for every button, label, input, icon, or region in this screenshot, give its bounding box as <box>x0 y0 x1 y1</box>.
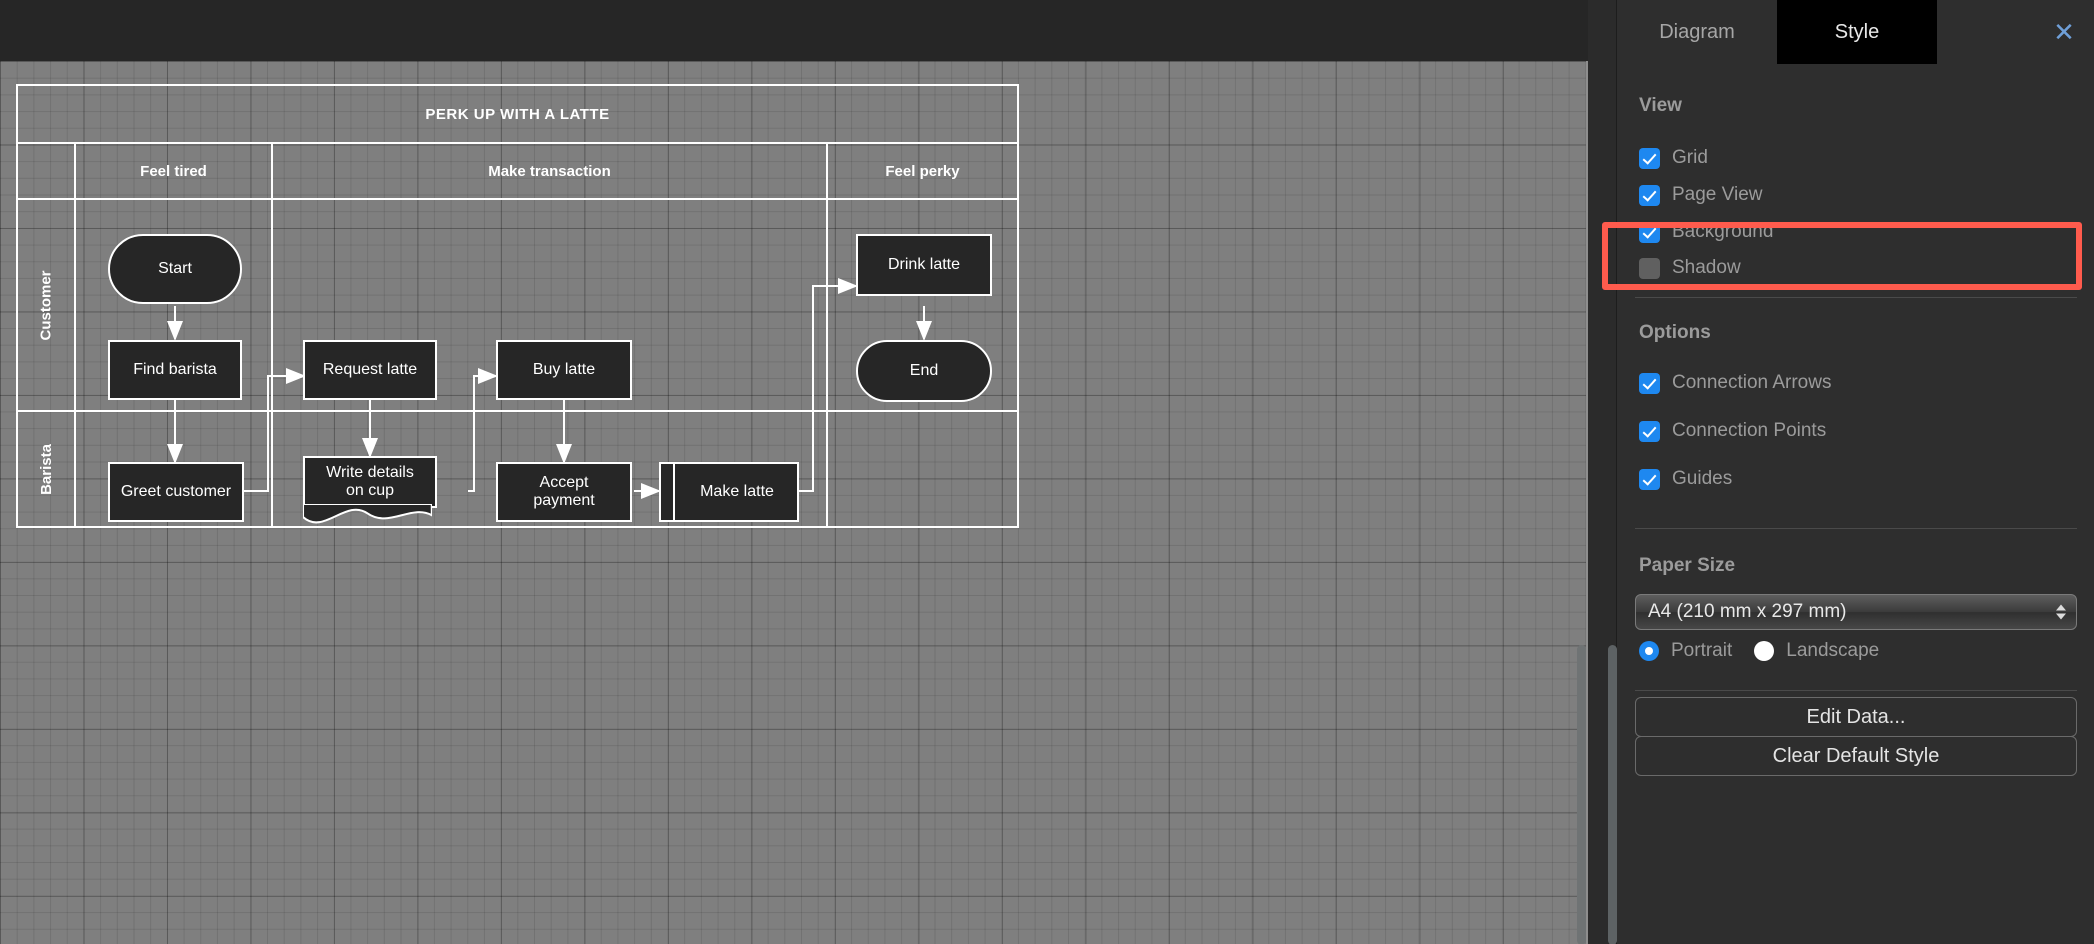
landscape-label: Landscape <box>1786 640 1880 661</box>
node-start[interactable]: Start <box>108 234 242 304</box>
tab-spacer <box>1937 0 2033 64</box>
row-page-view[interactable]: Page View <box>1617 177 2094 213</box>
view-section-title: View <box>1639 95 1682 116</box>
node-greet-customer[interactable]: Greet customer <box>108 462 244 522</box>
node-write-details-label: Write details on cup <box>326 463 414 499</box>
page-view-label: Page View <box>1672 184 1763 205</box>
node-end[interactable]: End <box>856 340 992 402</box>
background-label: Background <box>1672 221 1774 242</box>
tab-style[interactable]: Style <box>1777 0 1937 64</box>
row-connection-points[interactable]: Connection Points <box>1617 413 2094 449</box>
panel-tabs[interactable]: Diagram Style ✕ <box>1617 0 2094 64</box>
phase-header-feel-tired: Feel tired <box>140 162 207 180</box>
background-checkbox[interactable] <box>1639 221 1660 243</box>
panel-vertical-scrollbar[interactable] <box>1608 645 1617 944</box>
connection-points-label: Connection Points <box>1672 420 1827 441</box>
app-root: PERK UP WITH A LATTE Feel tired Make tra… <box>0 0 2094 944</box>
lane-label-customer: Customer <box>37 269 55 341</box>
document-shape-wave <box>303 504 432 524</box>
divider-paper-actions <box>1635 690 2077 691</box>
connection-arrows-label: Connection Arrows <box>1672 372 1832 393</box>
node-write-details[interactable]: Write details on cup <box>303 456 437 524</box>
grid-checkbox[interactable] <box>1639 147 1660 169</box>
node-request-latte[interactable]: Request latte <box>303 340 437 400</box>
node-buy-latte[interactable]: Buy latte <box>496 340 632 400</box>
page-boundary-line <box>1586 61 1588 944</box>
phase-row-spacer <box>18 144 76 198</box>
lane-header-barista: Barista <box>18 412 76 526</box>
shadow-checkbox[interactable] <box>1639 257 1660 279</box>
connection-arrows-checkbox[interactable] <box>1639 372 1660 394</box>
close-icon[interactable]: ✕ <box>2033 0 2094 64</box>
clear-default-style-button[interactable]: Clear Default Style <box>1635 736 2077 776</box>
phase-header-feel-perky: Feel perky <box>885 162 960 180</box>
phase-column-divider-2 <box>826 200 828 526</box>
node-drink-latte[interactable]: Drink latte <box>856 234 992 296</box>
tab-diagram[interactable]: Diagram <box>1617 0 1777 64</box>
paper-size-select[interactable]: A4 (210 mm x 297 mm) <box>1635 594 2077 630</box>
node-find-barista[interactable]: Find barista <box>108 340 242 400</box>
portrait-label: Portrait <box>1671 640 1733 661</box>
divider-options-paper <box>1635 528 2077 529</box>
edit-data-button[interactable]: Edit Data... <box>1635 697 2077 737</box>
shadow-label: Shadow <box>1672 257 1741 278</box>
paper-size-section-title: Paper Size <box>1639 555 1736 576</box>
row-shadow[interactable]: Shadow <box>1617 250 2094 286</box>
portrait-radio[interactable] <box>1639 641 1659 661</box>
node-make-latte[interactable]: Make latte <box>659 462 799 522</box>
node-make-latte-label: Make latte <box>700 482 774 500</box>
row-grid[interactable]: Grid <box>1617 140 2094 176</box>
divider-view-options <box>1635 297 2077 298</box>
phase-column-divider-1 <box>271 200 273 526</box>
lane-label-barista: Barista <box>37 443 55 495</box>
swimlane-pool[interactable]: PERK UP WITH A LATTE Feel tired Make tra… <box>16 84 1019 528</box>
guides-label: Guides <box>1672 468 1733 489</box>
node-accept-payment[interactable]: Accept payment <box>496 462 632 522</box>
canvas-top-strip <box>0 0 1588 61</box>
connection-points-checkbox[interactable] <box>1639 420 1660 442</box>
row-guides[interactable]: Guides <box>1617 461 2094 497</box>
select-down-icon <box>2056 613 2066 620</box>
format-panel[interactable]: Diagram Style ✕ View Grid 10 pt Page Vie… <box>1616 0 2094 944</box>
paper-size-value: A4 (210 mm x 297 mm) <box>1648 601 1847 622</box>
diagram-canvas-area[interactable]: PERK UP WITH A LATTE Feel tired Make tra… <box>0 0 1588 944</box>
canvas-vertical-scrollbar[interactable] <box>1577 645 1586 944</box>
select-up-icon <box>2056 604 2066 611</box>
grid-label: Grid <box>1672 147 1708 168</box>
landscape-radio[interactable] <box>1754 641 1775 661</box>
predefined-process-bar <box>673 462 675 522</box>
lane-header-customer: Customer <box>18 200 76 410</box>
row-background[interactable]: Background <box>1617 214 2094 250</box>
page-view-checkbox[interactable] <box>1639 184 1660 206</box>
phase-header-make-transaction: Make transaction <box>488 162 611 180</box>
pool-title: PERK UP WITH A LATTE <box>18 86 1017 144</box>
row-connection-arrows[interactable]: Connection Arrows <box>1617 365 2094 401</box>
row-orientation[interactable]: Portrait Landscape <box>1617 633 2094 669</box>
select-stepper-icon[interactable] <box>2056 604 2066 620</box>
options-section-title: Options <box>1639 322 1711 343</box>
phase-header-row: Feel tired Make transaction Feel perky <box>18 144 1017 200</box>
guides-checkbox[interactable] <box>1639 468 1660 490</box>
